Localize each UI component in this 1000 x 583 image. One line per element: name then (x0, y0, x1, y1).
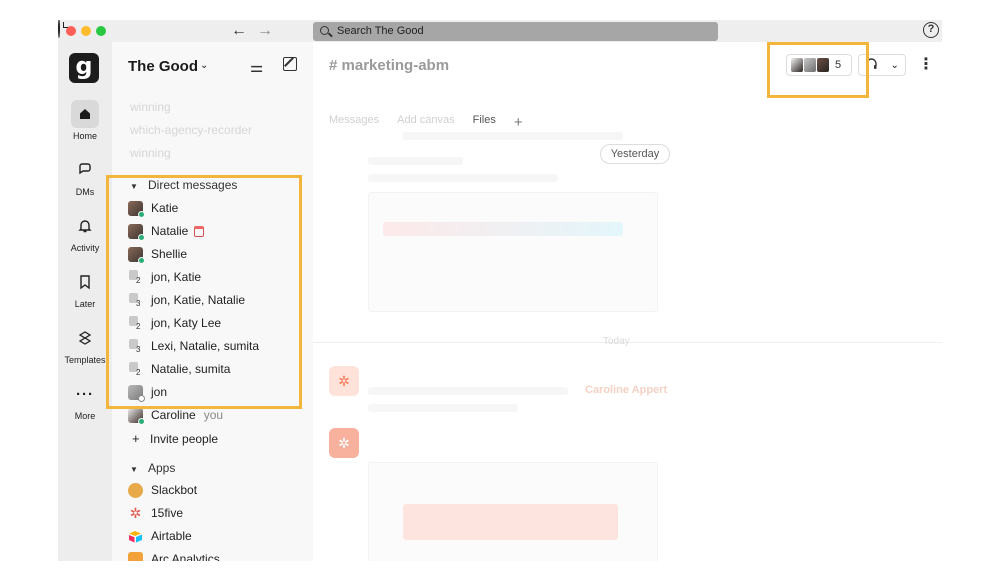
rail-label-templates: Templates (64, 355, 106, 365)
dms-icon (71, 156, 99, 184)
channel-title[interactable]: # marketing-abm (329, 57, 449, 74)
blurred-card (368, 192, 658, 312)
rail-item-home[interactable]: Home (58, 100, 112, 141)
plus-icon: + (132, 431, 140, 446)
minimize-window-button[interactable] (81, 26, 91, 36)
forward-arrow-icon[interactable]: → (257, 22, 273, 40)
dm-name: Caroline (151, 408, 196, 422)
channel-item-faded[interactable]: winning (130, 146, 171, 160)
you-tag: you (203, 408, 224, 422)
title-bar: ← → Search The Good ? (58, 20, 942, 42)
members-highlight (767, 42, 869, 98)
app-item-arc-analytics[interactable]: Arc Analytics (128, 549, 220, 561)
workspace-rail: g Home DMs Activity Later Templates ··· … (58, 42, 112, 561)
channel-item-faded[interactable]: winning (130, 100, 171, 114)
back-arrow-icon[interactable]: ← (231, 22, 247, 40)
more-icon: ··· (76, 385, 94, 403)
search-icon (320, 26, 329, 35)
blurred-message-line (368, 404, 518, 412)
filter-icon[interactable]: ⚌ (250, 58, 263, 76)
zoom-window-button[interactable] (96, 26, 106, 36)
blurred-message-line (403, 132, 623, 140)
add-tab-button[interactable]: + (514, 114, 523, 131)
rail-item-activity[interactable]: Activity (58, 212, 112, 253)
search-placeholder: Search The Good (337, 25, 424, 37)
bookmark-icon (71, 268, 99, 296)
app-name: Arc Analytics (151, 552, 220, 561)
15five-icon: ✲ (129, 504, 142, 521)
app-name: Airtable (151, 529, 192, 543)
rail-item-more[interactable]: ··· More (58, 380, 112, 422)
home-icon (71, 100, 99, 128)
channel-item-faded[interactable]: which-agency-recorder (130, 123, 252, 137)
workspace-logo[interactable]: g (69, 53, 99, 83)
invite-people-button[interactable]: + Invite people (132, 431, 218, 446)
caret-down-icon: ▼ (130, 465, 138, 474)
bell-icon (71, 212, 99, 240)
avatar (128, 407, 145, 425)
rail-item-later[interactable]: Later (58, 268, 112, 309)
arc-analytics-icon (128, 551, 143, 561)
rail-label-later: Later (74, 299, 96, 309)
more-options-icon[interactable]: ⋮ (918, 54, 934, 74)
dm-list-highlight (106, 175, 302, 409)
rail-label-more: More (74, 411, 96, 421)
chevron-down-icon[interactable]: ⌄ (890, 60, 898, 71)
channel-main: # marketing-abm 5 ⌄ ⋮ Messages Add canva… (313, 42, 942, 561)
history-icon[interactable] (58, 20, 60, 38)
blurred-message-line (368, 174, 558, 182)
date-divider-yesterday[interactable]: Yesterday (600, 144, 670, 164)
rail-label-home: Home (72, 131, 97, 141)
faded-mention: Caroline Appert (585, 384, 668, 396)
chevron-down-icon[interactable]: ⌄ (200, 60, 208, 71)
app-item-slackbot[interactable]: Slackbot (128, 480, 197, 500)
blurred-message-line (368, 157, 463, 165)
rail-label-dms: DMs (75, 187, 95, 197)
hubspot-icon: ✲ (329, 428, 359, 458)
rail-item-dms[interactable]: DMs (58, 156, 112, 197)
app-name: 15five (151, 506, 184, 520)
hubspot-icon: ✲ (329, 366, 359, 396)
tab-add-canvas[interactable]: Add canvas (397, 114, 454, 131)
apps-section-header[interactable]: ▼ Apps (130, 461, 175, 475)
channel-tabs: Messages Add canvas Files + (329, 114, 523, 131)
workspace-name[interactable]: The Good (128, 58, 198, 75)
app-name: Slackbot (151, 483, 198, 497)
tab-messages[interactable]: Messages (329, 114, 379, 131)
templates-icon (71, 324, 99, 352)
help-icon[interactable]: ? (923, 22, 939, 38)
apps-section-label: Apps (148, 461, 176, 475)
presence-active-icon (138, 417, 145, 425)
rail-label-activity: Activity (70, 243, 100, 253)
app-item-airtable[interactable]: Airtable (128, 526, 192, 546)
invite-label: Invite people (150, 432, 219, 446)
blurred-bar (403, 504, 618, 540)
date-divider-today[interactable]: Today (603, 336, 630, 347)
airtable-icon (128, 529, 143, 544)
rail-item-templates[interactable]: Templates (58, 324, 112, 365)
blurred-message-line (368, 387, 568, 395)
blurred-bar (383, 222, 623, 236)
search-bar[interactable]: Search The Good (313, 22, 718, 41)
compose-icon[interactable] (283, 57, 297, 71)
app-window: ← → Search The Good ? g Home DMs Activit… (58, 20, 942, 561)
slackbot-icon (128, 482, 143, 498)
tab-files[interactable]: Files (473, 114, 496, 131)
app-item-15five[interactable]: ✲ 15five (128, 503, 183, 523)
